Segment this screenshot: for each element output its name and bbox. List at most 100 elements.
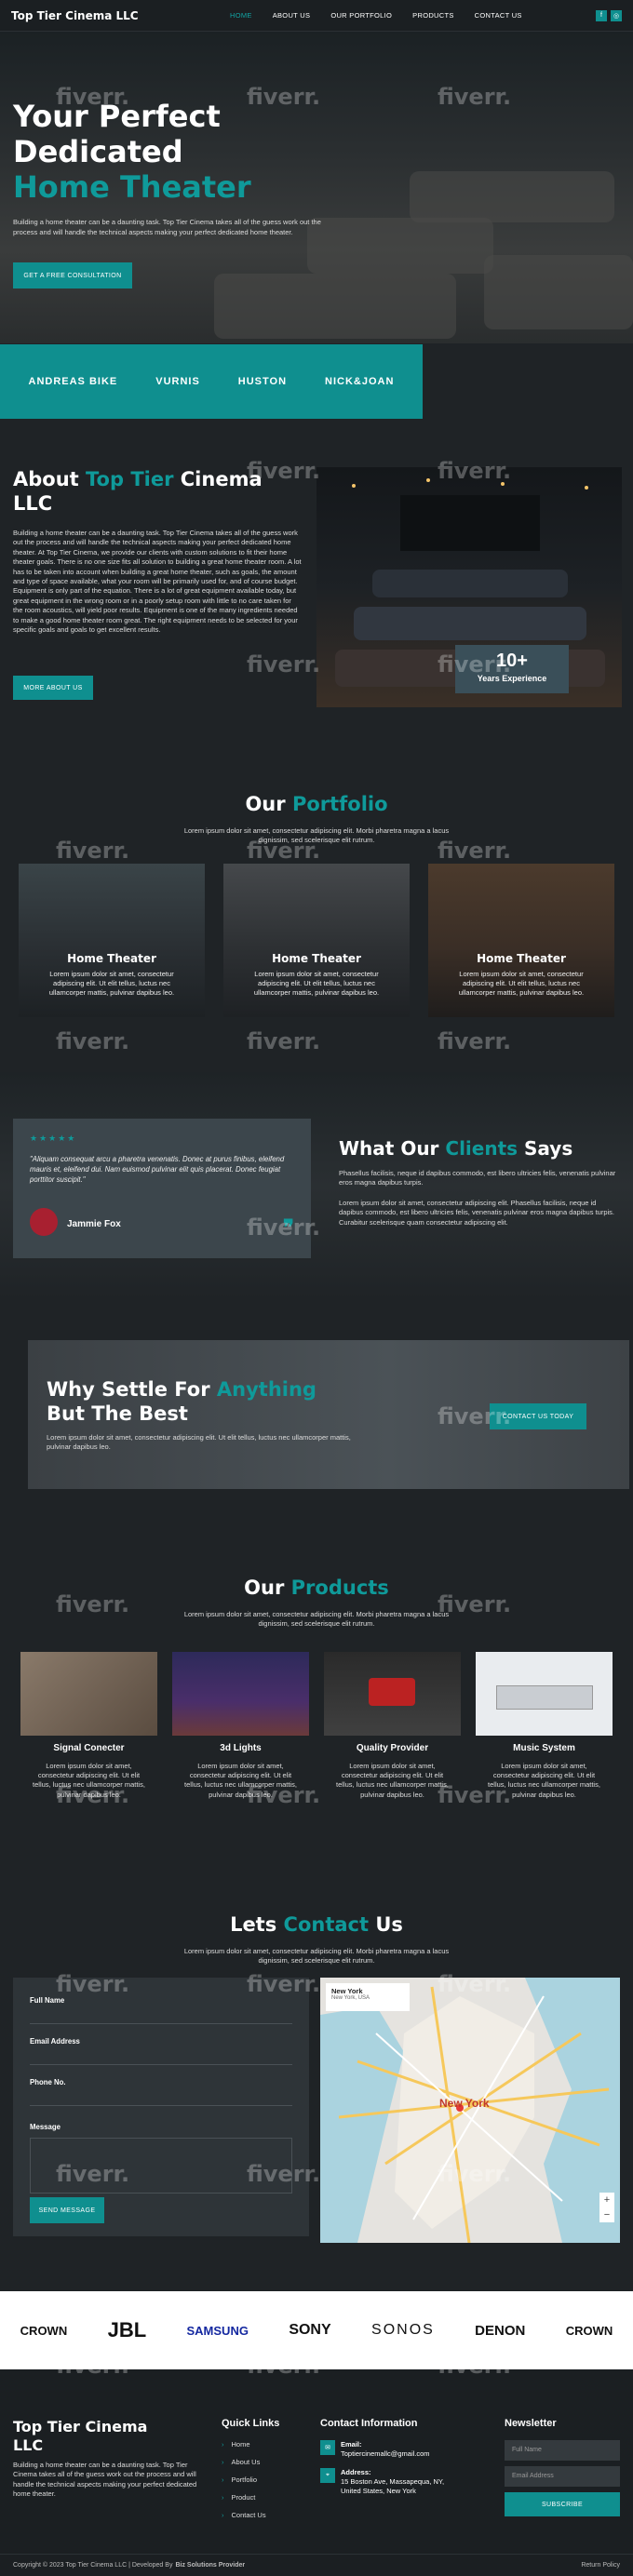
social-links: f ◎ <box>596 9 622 21</box>
contact-title-part: Us <box>375 1913 403 1936</box>
cta-text: Lorem ipsum dolor sit amet, consectetur … <box>47 1433 351 1452</box>
testimonial-title-part: What Our <box>339 1137 439 1160</box>
footer-link-about[interactable]: About Us <box>222 2458 279 2466</box>
quick-links-title: Quick Links <box>222 2418 280 2429</box>
map-info-card: New York New York, USA <box>326 1983 410 2011</box>
partner-logo: CROWN <box>20 2323 68 2338</box>
return-policy-link[interactable]: Return Policy <box>581 2562 620 2569</box>
testimonial-author: Jammie Fox <box>67 1219 121 1229</box>
copyright-bar: Copyright © 2023 Top Tier Cinema LLC | D… <box>0 2554 633 2576</box>
product-detail <box>369 1678 415 1706</box>
newsletter-name-input[interactable]: Full Name <box>505 2440 620 2461</box>
cta-title-part: But The Best <box>47 1402 188 1425</box>
address-label: Address: <box>341 2468 371 2476</box>
footer-address-row: ⌖ Address: 15 Boston Ave, Massapequa, NY… <box>320 2468 488 2496</box>
product-card[interactable]: Quality Provider Lorem ipsum dolor sit a… <box>324 1652 461 1810</box>
watermark: fiverr. <box>247 1028 321 1054</box>
about-title-part: About <box>13 468 79 490</box>
contact-subtitle: Lorem ipsum dolor sit amet, consectetur … <box>183 1947 450 1965</box>
hero-title-line2: Dedicated <box>13 134 183 169</box>
newsletter: Newsletter Full Name Email Address SUBSC… <box>505 2418 620 2516</box>
product-title: Quality Provider <box>356 1743 429 1753</box>
avatar <box>30 1208 58 1236</box>
product-image <box>20 1652 157 1736</box>
message-label: Message <box>30 2123 61 2131</box>
hero-title-line3: Home Theater <box>13 169 251 205</box>
nav-about[interactable]: ABOUT US <box>273 11 311 20</box>
hero-section: Your Perfect Dedicated Home Theater Buil… <box>0 32 633 343</box>
brand-logo: VURNIS <box>155 376 200 387</box>
testimonial-text-1: Phasellus facilisis, neque id dapibus co… <box>339 1169 616 1187</box>
footer-link-portfolio[interactable]: Portfolio <box>222 2475 279 2484</box>
email-icon: ✉ <box>320 2440 335 2455</box>
product-card[interactable]: Music System Lorem ipsum dolor sit amet,… <box>476 1652 613 1810</box>
instagram-icon[interactable]: ◎ <box>611 9 622 21</box>
facebook-icon[interactable]: f <box>596 9 607 21</box>
portfolio-card-title: Home Theater <box>272 952 361 965</box>
experience-badge: 10+ Years Experience <box>455 645 569 693</box>
map-place-sub: New York, USA <box>331 1995 370 2001</box>
phone-field[interactable] <box>30 2087 292 2106</box>
testimonial-card: ★★★★★ "Aliquam consequat arcu a pharetra… <box>13 1119 311 1258</box>
product-title: Music System <box>513 1743 575 1753</box>
partner-logo: CROWN <box>565 2323 613 2338</box>
nav-contact[interactable]: CONTACT US <box>475 11 522 20</box>
send-message-button[interactable]: SEND MESSAGE <box>30 2197 104 2223</box>
subscribe-button[interactable]: SUBSCRIBE <box>505 2492 620 2516</box>
footer-link-contact[interactable]: Contact Us <box>222 2511 279 2519</box>
footer-link-home[interactable]: Home <box>222 2440 279 2449</box>
testimonial-title-part: Says <box>524 1137 573 1160</box>
nav-portfolio[interactable]: OUR PORTFOLIO <box>330 11 392 20</box>
about-section: About Top Tier Cinema LLC Building a hom… <box>0 419 633 786</box>
footer-link-product[interactable]: Product <box>222 2493 279 2502</box>
footer-address-block: Address: 15 Boston Ave, Massapequa, NY, … <box>341 2468 452 2496</box>
site-header: Top Tier Cinema LLC HOME ABOUT US OUR PO… <box>0 0 633 32</box>
partner-logo: SONY <box>289 2322 331 2338</box>
full-name-field[interactable] <box>30 2006 292 2024</box>
portfolio-card-title: Home Theater <box>477 952 566 965</box>
testimonial-section: ★★★★★ "Aliquam consequat arcu a pharetra… <box>0 1072 633 1300</box>
location-map[interactable]: New York New York, USA New York + − <box>320 1978 620 2243</box>
email-field[interactable] <box>30 2046 292 2065</box>
portfolio-card-text: Lorem ipsum dolor sit amet, consectetur … <box>253 970 380 997</box>
footer-email-block: Email: Toptiercinemallc@gmail.com <box>341 2440 430 2459</box>
brand-logo: HUSTON <box>237 376 288 387</box>
footer-email-row: ✉ Email: Toptiercinemallc@gmail.com <box>320 2440 488 2459</box>
partner-logo: JBL <box>107 2318 147 2341</box>
cta-title-part: Why Settle For <box>47 1378 210 1401</box>
contact-title-part: Lets <box>230 1913 277 1936</box>
footer-email[interactable]: Toptiercinemallc@gmail.com <box>341 2449 430 2459</box>
contact-us-today-button[interactable]: CONTACT US TODAY <box>490 1403 586 1429</box>
portfolio-card-text: Lorem ipsum dolor sit amet, consectetur … <box>48 970 175 997</box>
free-consultation-button[interactable]: GET A FREE CONSULTATION <box>13 262 132 288</box>
product-image <box>172 1652 309 1736</box>
cta-banner: Why Settle For Anything But The Best Lor… <box>28 1340 629 1489</box>
testimonial-quote: "Aliquam consequat arcu a pharetra venen… <box>30 1155 285 1184</box>
product-card[interactable]: Signal Conecter Lorem ipsum dolor sit am… <box>20 1652 157 1810</box>
newsletter-title: Newsletter <box>505 2418 557 2429</box>
hero-bg-seat <box>484 255 633 329</box>
hero-title-line1: Your Perfect <box>13 99 221 134</box>
newsletter-email-input[interactable]: Email Address <box>505 2466 620 2487</box>
portfolio-card[interactable]: Home Theater Lorem ipsum dolor sit amet,… <box>19 864 205 1017</box>
portfolio-card[interactable]: Home Theater Lorem ipsum dolor sit amet,… <box>428 864 614 1017</box>
partner-logos: CROWN JBL SAMSUNG SONY SONOS DENON CROWN <box>0 2291 633 2369</box>
contact-title-accent: Contact <box>283 1913 370 1936</box>
products-title-accent: Products <box>290 1576 389 1599</box>
nav-products[interactable]: PRODUCTS <box>412 11 454 20</box>
message-field[interactable] <box>30 2138 292 2194</box>
testimonial-text-2: Lorem ipsum dolor sit amet, consectetur … <box>339 1199 614 1227</box>
site-logo[interactable]: Top Tier Cinema LLC <box>11 9 230 22</box>
zoom-controls[interactable]: + − <box>599 2193 614 2222</box>
more-about-button[interactable]: MORE ABOUT US <box>13 676 93 700</box>
brand-logo: ANDREAS BIKE <box>28 376 118 387</box>
portfolio-card[interactable]: Home Theater Lorem ipsum dolor sit amet,… <box>223 864 410 1017</box>
nav-home[interactable]: HOME <box>230 11 252 20</box>
developer-link[interactable]: Biz Solutions Provider <box>175 2562 245 2569</box>
products-title: Our Products <box>0 1576 633 1599</box>
map-place-name: New York <box>331 1987 363 1995</box>
product-text: Lorem ipsum dolor sit amet, consectetur … <box>488 1762 600 1799</box>
email-label: Email Address <box>30 2037 80 2046</box>
partner-logo: SONOS <box>371 2322 435 2338</box>
product-card[interactable]: 3d Lights Lorem ipsum dolor sit amet, co… <box>172 1652 309 1810</box>
